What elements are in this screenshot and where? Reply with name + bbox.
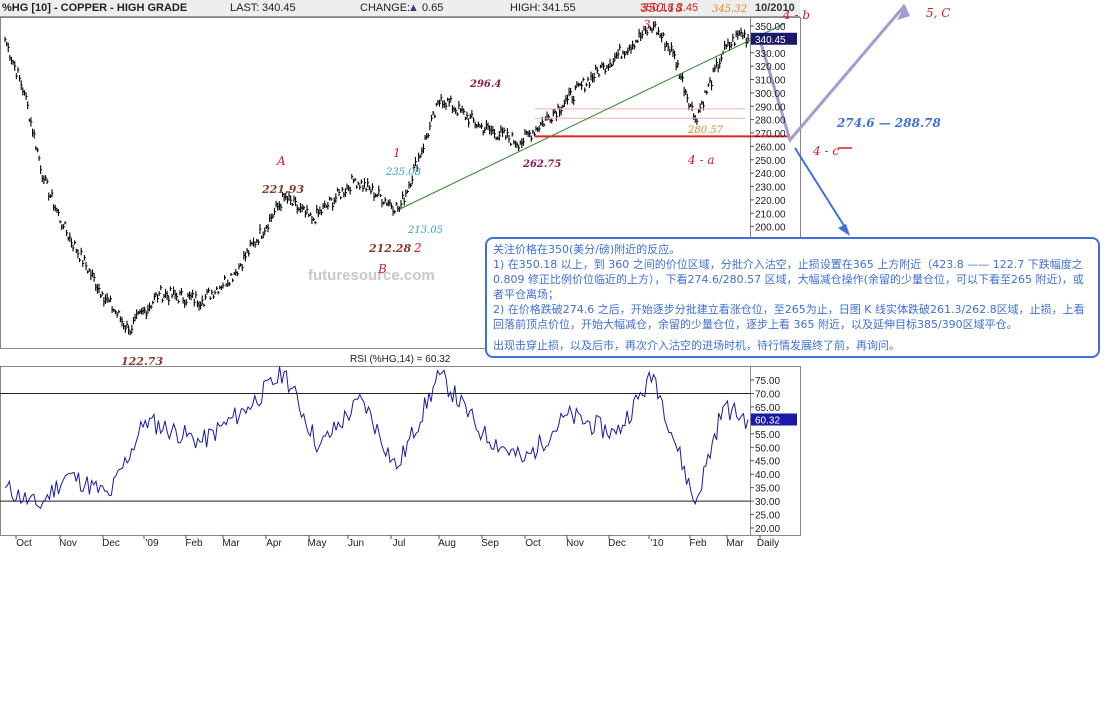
wave-label: 1 [393, 146, 401, 160]
price-and-rsi-chart: futuresource.com A221.93B212.281235.0821… [0, 1, 950, 549]
x-tick-label: Feb [185, 538, 203, 549]
wave-label: 5, C [926, 6, 950, 20]
price-tick-label: 300.00 [755, 89, 786, 100]
overlay-lines [399, 4, 910, 236]
trendline [399, 22, 786, 210]
price-tick-label: 220.00 [755, 196, 786, 207]
watermark: futuresource.com [308, 267, 435, 284]
x-tick-label: Mar [726, 538, 744, 549]
wave-label: 296.4 [469, 79, 501, 90]
note-pointer-arrowhead [838, 224, 850, 236]
wave-label: 4 - c [812, 144, 839, 158]
price-tick-label: 270.00 [755, 129, 786, 140]
wave-label: 345.32 [712, 4, 747, 15]
price-tick-label: 290.00 [755, 102, 786, 113]
note-line-2: 1) 在350.18 以上，到 360 之间的价位区域，分批介入沽空，止损设置在… [493, 258, 1084, 301]
wave-label: 350.18 [641, 1, 683, 15]
price-tick-label: 230.00 [755, 183, 786, 194]
x-tick-label: Jul [393, 538, 406, 549]
price-tick-label: 320.00 [755, 62, 786, 73]
price-tick-label: 260.00 [755, 142, 786, 153]
wave-label: 280.57 [687, 125, 724, 136]
price-tick-label: 280.00 [755, 116, 786, 127]
price-tick-label: 210.00 [755, 209, 786, 220]
price-tick-label: 240.00 [755, 169, 786, 180]
x-tick-label: Feb [689, 538, 707, 549]
x-tick-label: May [308, 538, 327, 549]
rsi-tick-label: 45.00 [755, 457, 780, 468]
x-axis: Oct Nov Dec '09 Feb Mar Apr May Jun Jul Aug Sep Oct N… [15, 535, 779, 549]
rsi-tick-label: 55.00 [755, 430, 780, 441]
rsi-tick-label: 50.00 [755, 443, 780, 454]
wave-label: A [276, 154, 286, 168]
x-tick-label: '09 [145, 538, 158, 549]
rsi-current-label: 60.32 [755, 416, 780, 427]
x-tick-label: Apr [266, 538, 282, 549]
wave-label: 235.08 [385, 167, 421, 178]
rsi-tick-label: 40.00 [755, 470, 780, 481]
wave-label: 262.75 [522, 159, 561, 170]
x-tick-label: Mar [222, 538, 240, 549]
price-tick-label: 250.00 [755, 156, 786, 167]
price-axis: 350.00 340.45 330.00 320.00 310.00 300.00 290.… [750, 22, 797, 247]
note-line-1: 关注价格在350(美分/磅)附近的反应。 [493, 243, 681, 256]
rsi-tick-label: 30.00 [755, 497, 780, 508]
x-tick-label: Oct [525, 538, 541, 549]
x-tick-label: Jun [348, 538, 364, 549]
wave-label: 274.6 — 288.78 [836, 116, 942, 130]
rsi-tick-label: 20.00 [755, 524, 780, 535]
rsi-line [4, 366, 749, 510]
current-price-label: 340.45 [755, 35, 786, 46]
x-tick-label: Dec [102, 538, 120, 549]
watermark-layer: futuresource.com [308, 267, 435, 284]
wave-label: 212.28 [368, 242, 411, 255]
wave-label: 3 [643, 18, 651, 32]
wave-label: 4 - b [782, 8, 810, 22]
rsi-tick-label: 65.00 [755, 403, 780, 414]
wave-label: 221.93 [261, 183, 304, 196]
wave-label: 213.05 [407, 225, 443, 236]
rsi-tick-label: 70.00 [755, 389, 780, 400]
analysis-note-box: 关注价格在350(美分/磅)附近的反应。 1) 在350.18 以上，到 360… [485, 237, 1100, 358]
wave-label: B [377, 262, 387, 276]
price-tick-label: 350.00 [755, 22, 786, 33]
wave-label: 2 [413, 241, 422, 255]
note-line-4: 出现击穿止损，以及后市，再次介入沽空的进场时机，待行情发展终了前，再询问。 [493, 339, 900, 352]
x-tick-label: Nov [59, 538, 77, 549]
rsi-series [4, 366, 749, 510]
price-tick-label: 200.00 [755, 223, 786, 234]
wave-label: 4 - a [687, 153, 714, 167]
x-tick-label: Nov [566, 538, 584, 549]
x-tick-label: Aug [438, 538, 456, 549]
rsi-tick-label: 25.00 [755, 511, 780, 522]
x-tick-label: Dec [608, 538, 626, 549]
x-tick-label: Oct [16, 538, 32, 549]
rsi-title: RSI (%HG,14) = 60.32 [350, 354, 451, 365]
note-pointer-arrow [794, 147, 849, 233]
rsi-tick-label: 75.00 [755, 376, 780, 387]
rsi-tick-label: 35.00 [755, 484, 780, 495]
wave-label: 122.73 [121, 355, 163, 368]
price-tick-label: 330.00 [755, 49, 786, 60]
x-tick-label: Sep [481, 538, 499, 549]
note-line-3: 2) 在价格跌破274.6 之后，开始逐步分批建立看涨仓位，至265为止，日图 … [493, 303, 1085, 331]
x-tick-label: '10 [650, 538, 663, 549]
x-tick-label: Daily [757, 538, 779, 549]
price-tick-label: 310.00 [755, 76, 786, 87]
rsi-axis: 75.0070.0065.0060.0055.0050.0045.0040.00… [750, 376, 797, 535]
